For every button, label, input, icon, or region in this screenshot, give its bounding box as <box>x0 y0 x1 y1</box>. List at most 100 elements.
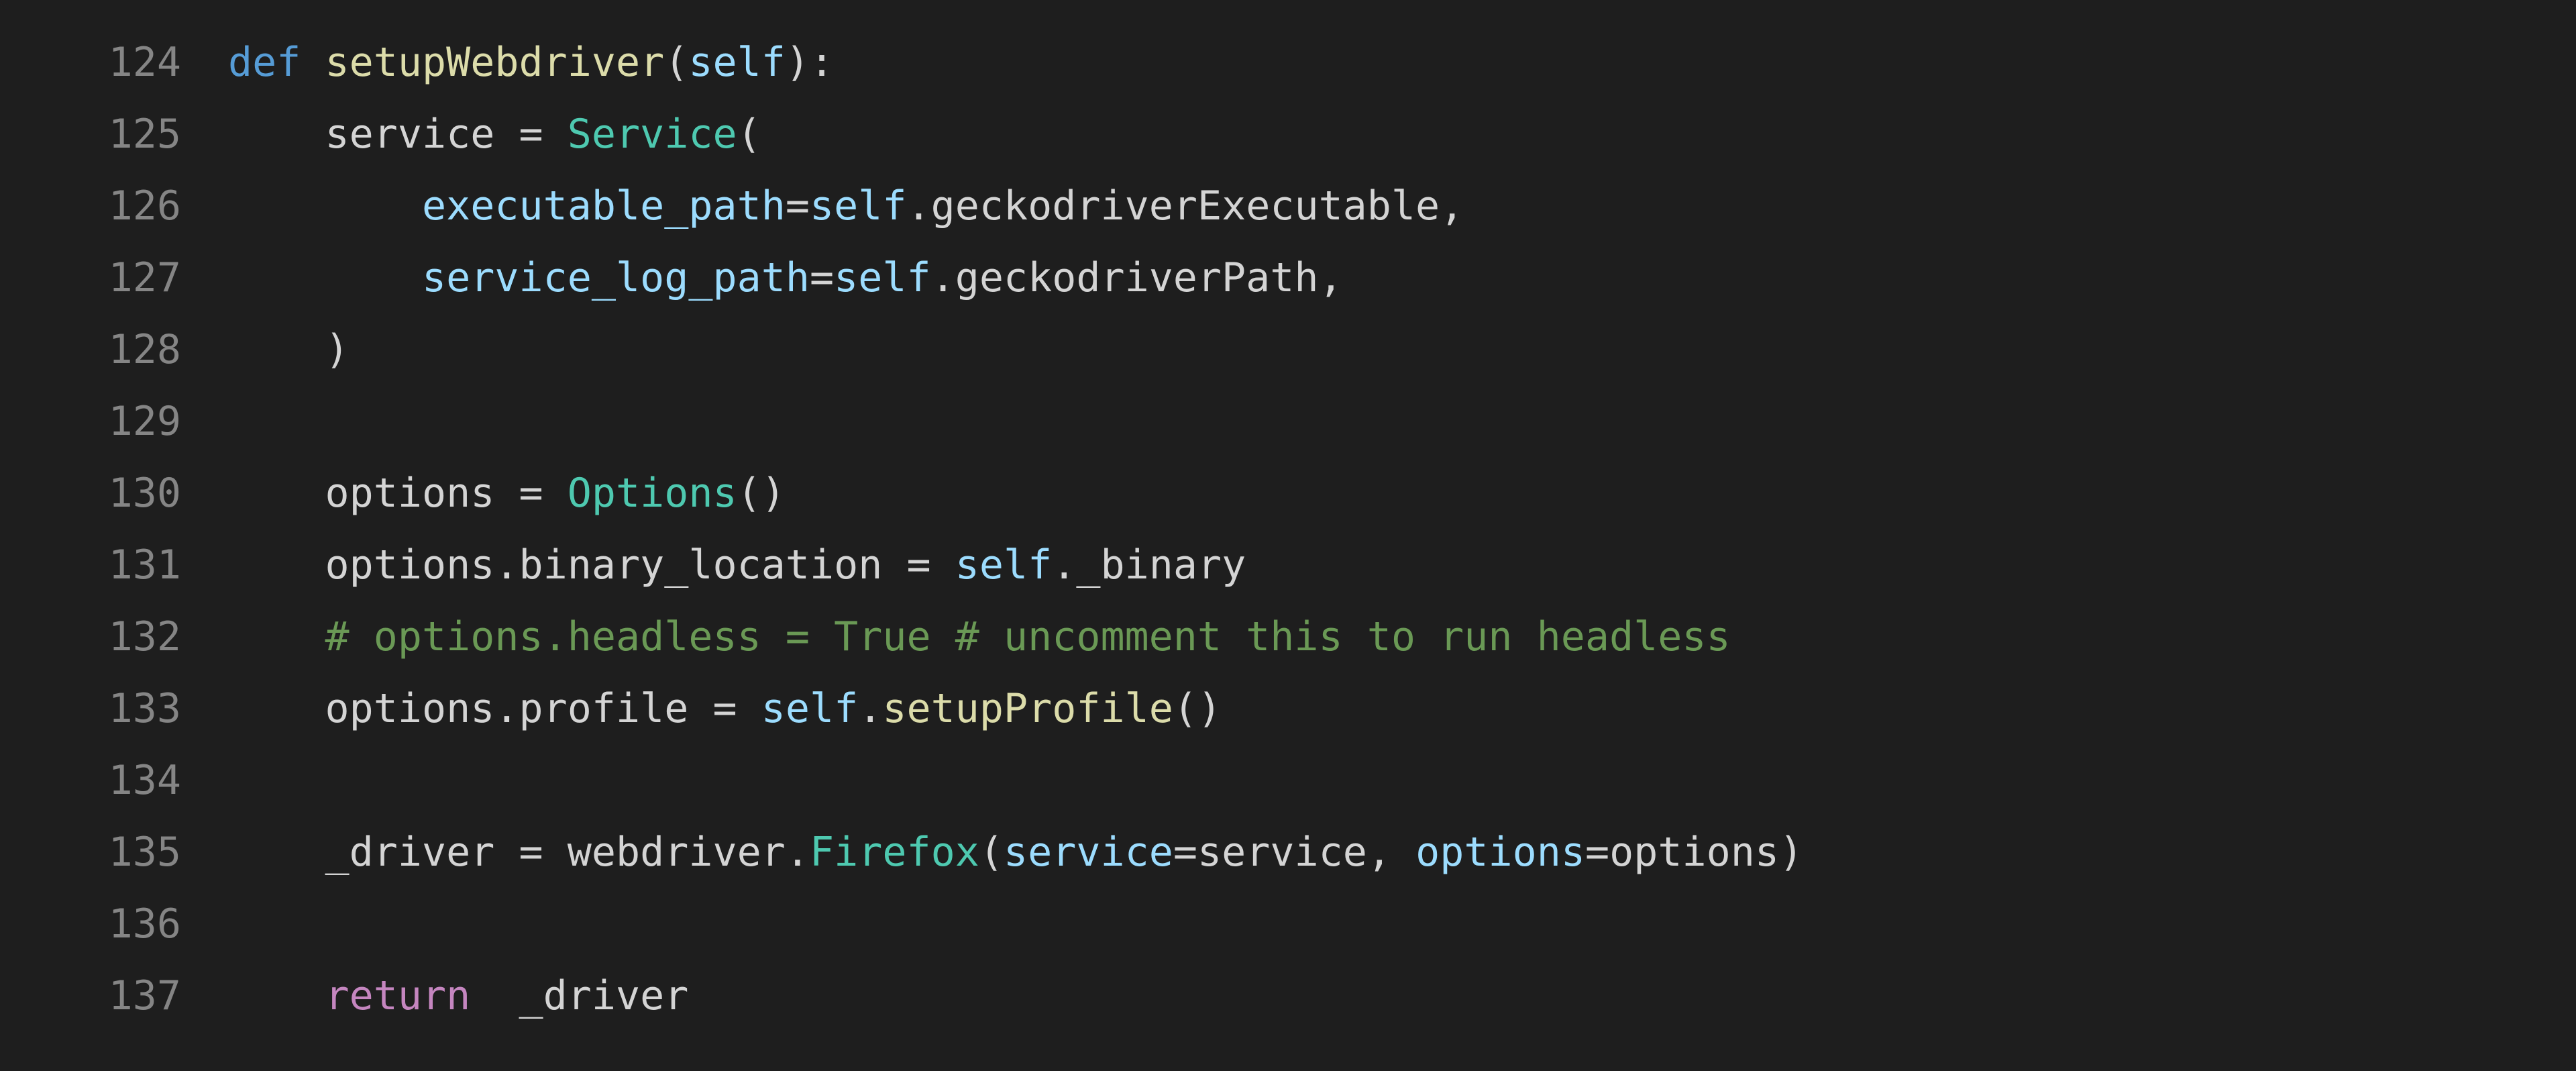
code-content[interactable]: def setupWebdriver(self): <box>228 27 2576 99</box>
code-line[interactable]: 134 <box>27 745 2576 817</box>
code-token: _driver <box>470 972 688 1019</box>
code-token: () <box>1173 685 1222 732</box>
code-content[interactable]: return _driver <box>228 960 2576 1032</box>
code-token: service_log_path <box>422 254 810 301</box>
code-token: , <box>1440 183 1464 230</box>
code-token: _driver <box>325 829 519 876</box>
code-token: = <box>1585 829 1609 876</box>
code-token: options <box>325 542 495 589</box>
code-token: , <box>1319 254 1343 301</box>
code-token: . <box>494 542 519 589</box>
code-token: . <box>906 183 930 230</box>
code-token: = <box>810 254 834 301</box>
code-line[interactable]: 131 options.binary_location = self._bina… <box>27 529 2576 601</box>
code-token: ) <box>1779 829 1803 876</box>
line-number: 136 <box>27 888 228 960</box>
code-token: () <box>737 470 786 517</box>
code-token: self <box>834 254 931 301</box>
line-number: 126 <box>27 170 228 242</box>
code-line[interactable]: 136 <box>27 888 2576 960</box>
code-line[interactable]: 125 service = Service( <box>27 99 2576 170</box>
code-line[interactable]: 126 executable_path=self.geckodriverExec… <box>27 170 2576 242</box>
code-token: , <box>1367 829 1415 876</box>
code-editor[interactable]: 124def setupWebdriver(self):125 service … <box>0 0 2576 1032</box>
code-token: service <box>1004 829 1173 876</box>
code-token: profile <box>519 685 713 732</box>
line-number: 129 <box>27 386 228 458</box>
code-token: ( <box>664 39 688 86</box>
code-token: executable_path <box>422 183 786 230</box>
line-number: 134 <box>27 745 228 817</box>
code-token: . <box>1052 542 1076 589</box>
code-content[interactable]: _driver = webdriver.Firefox(service=serv… <box>228 817 2576 888</box>
code-content[interactable]: options.binary_location = self._binary <box>228 529 2576 601</box>
code-token: = <box>519 111 567 158</box>
code-token: . <box>858 685 882 732</box>
code-token: setupWebdriver <box>325 39 665 86</box>
code-content[interactable]: service = Service( <box>228 99 2576 170</box>
code-token: options <box>1609 829 1779 876</box>
code-token: service <box>325 111 519 158</box>
code-token: options <box>325 685 495 732</box>
code-token: . <box>494 685 519 732</box>
code-token: setupProfile <box>882 685 1173 732</box>
code-token: binary_location <box>519 542 907 589</box>
code-token: = <box>786 183 810 230</box>
code-token: # options.headless = True # uncomment th… <box>325 613 1731 660</box>
code-token: Service <box>568 111 737 158</box>
code-token: ( <box>979 829 1004 876</box>
code-content[interactable]: # options.headless = True # uncomment th… <box>228 601 2576 673</box>
code-line[interactable]: 129 <box>27 386 2576 458</box>
code-content[interactable]: options = Options() <box>228 458 2576 529</box>
code-token: options <box>1415 829 1585 876</box>
code-token: = <box>712 685 761 732</box>
code-token: = <box>1173 829 1197 876</box>
code-token: = <box>519 470 567 517</box>
code-token: = <box>906 542 955 589</box>
line-number: 128 <box>27 314 228 386</box>
code-line[interactable]: 135 _driver = webdriver.Firefox(service=… <box>27 817 2576 888</box>
line-number: 124 <box>27 27 228 99</box>
code-token: self <box>810 183 907 230</box>
code-token: . <box>786 829 810 876</box>
line-number: 135 <box>27 817 228 888</box>
code-content[interactable]: executable_path=self.geckodriverExecutab… <box>228 170 2576 242</box>
code-line[interactable]: 128 ) <box>27 314 2576 386</box>
line-number: 127 <box>27 242 228 314</box>
code-line[interactable]: 127 service_log_path=self.geckodriverPat… <box>27 242 2576 314</box>
code-token: self <box>955 542 1053 589</box>
code-content[interactable]: ) <box>228 314 2576 386</box>
code-token: geckodriverExecutable <box>931 183 1440 230</box>
code-line[interactable]: 137 return _driver <box>27 960 2576 1032</box>
line-number: 132 <box>27 601 228 673</box>
code-token: self <box>688 39 786 86</box>
code-content[interactable] <box>228 745 2576 817</box>
code-token: self <box>761 685 859 732</box>
code-token: return <box>325 972 471 1019</box>
code-token: service <box>1197 829 1367 876</box>
line-number: 133 <box>27 673 228 745</box>
code-token: Options <box>568 470 737 517</box>
code-token: ) <box>325 326 350 373</box>
code-line[interactable]: 133 options.profile = self.setupProfile(… <box>27 673 2576 745</box>
code-token: ): <box>786 39 834 86</box>
code-token: webdriver <box>568 829 786 876</box>
code-content[interactable] <box>228 386 2576 458</box>
code-line[interactable]: 132 # options.headless = True # uncommen… <box>27 601 2576 673</box>
code-token: _binary <box>1076 542 1246 589</box>
code-token: options <box>325 470 519 517</box>
code-line[interactable]: 124def setupWebdriver(self): <box>27 27 2576 99</box>
code-content[interactable] <box>228 888 2576 960</box>
line-number: 137 <box>27 960 228 1032</box>
code-content[interactable]: service_log_path=self.geckodriverPath, <box>228 242 2576 314</box>
code-token: geckodriverPath <box>955 254 1319 301</box>
code-token: . <box>931 254 955 301</box>
code-token: def <box>228 39 325 86</box>
line-number: 125 <box>27 99 228 170</box>
code-token: = <box>519 829 567 876</box>
code-content[interactable]: options.profile = self.setupProfile() <box>228 673 2576 745</box>
line-number: 131 <box>27 529 228 601</box>
code-line[interactable]: 130 options = Options() <box>27 458 2576 529</box>
code-token: ( <box>737 111 761 158</box>
code-token: Firefox <box>810 829 979 876</box>
